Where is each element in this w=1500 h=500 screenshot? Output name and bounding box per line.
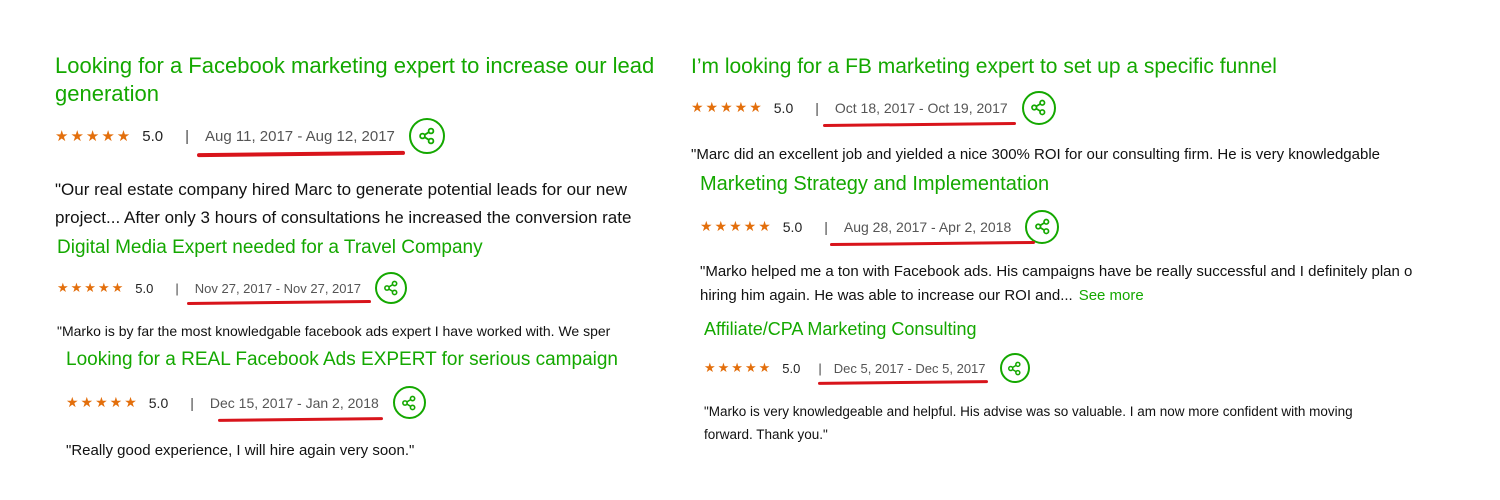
date-range: Dec 15, 2017 - Jan 2, 2018 — [209, 394, 383, 422]
separator: | — [175, 280, 179, 296]
star-icon: ★★★★★ — [66, 394, 139, 411]
review-card: I’m looking for a FB marketing expert to… — [691, 54, 1500, 167]
review-title[interactable]: Affiliate/CPA Marketing Consulting — [704, 318, 1484, 341]
star-icon: ★★★★★ — [704, 360, 773, 376]
review-card: Affiliate/CPA Marketing Consulting ★★★★★… — [704, 318, 1484, 447]
separator: | — [815, 99, 819, 116]
review-title[interactable]: Marketing Strategy and Implementation — [700, 172, 1500, 198]
review-text-line: "Our real estate company hired Marc to g… — [55, 180, 628, 200]
rating-value: 5.0 — [782, 218, 803, 235]
review-text: "Marko is very knowledgeable and helpful… — [704, 401, 1484, 447]
review-meta: ★★★★★ 5.0 | Oct 18, 2017 - Oct 19, 2017 — [691, 90, 1500, 127]
rating-value: 5.0 — [148, 394, 169, 411]
review-title[interactable]: Looking for a Facebook marketing expert … — [55, 52, 685, 108]
review-card: Looking for a REAL Facebook Ads EXPERT f… — [66, 348, 666, 463]
review-text-line: hiring him again. He was able to increas… — [700, 286, 1073, 304]
review-meta: ★★★★★ 5.0 | Nov 27, 2017 - Nov 27, 2017 — [57, 272, 692, 305]
date-range-text: Dec 5, 2017 - Dec 5, 2017 — [833, 360, 986, 376]
review-text: "Marko helped me a ton with Facebook ads… — [700, 260, 1500, 308]
share-icon — [1034, 218, 1050, 235]
share-button[interactable] — [999, 353, 1030, 384]
review-title-line: Looking for a Facebook marketing expert … — [55, 53, 655, 78]
red-underline — [197, 150, 405, 157]
review-text: "Really good experience, I will hire aga… — [66, 439, 666, 463]
share-icon — [384, 280, 398, 296]
review-title[interactable]: Digital Media Expert needed for a Travel… — [57, 236, 692, 260]
date-range-text: Aug 11, 2017 - Aug 12, 2017 — [205, 127, 395, 145]
share-icon — [402, 395, 416, 411]
date-range: Dec 5, 2017 - Dec 5, 2017 — [817, 360, 988, 385]
red-underline — [817, 379, 988, 385]
share-button[interactable] — [1025, 209, 1060, 244]
rating-value: 5.0 — [782, 360, 801, 376]
share-icon — [1031, 100, 1046, 116]
star-icon: ★★★★★ — [691, 99, 764, 116]
review-text-line: forward. Thank you." — [704, 426, 828, 442]
review-text-line: "Marko is very knowledgeable and helpful… — [704, 404, 1353, 420]
review-text: "Marc did an excellent job and yielded a… — [691, 143, 1500, 167]
red-underline — [822, 121, 1016, 127]
review-title-line: generation — [55, 81, 159, 107]
share-button[interactable] — [408, 118, 445, 155]
share-button[interactable] — [374, 272, 407, 305]
red-underline — [186, 299, 371, 305]
date-range-text: Oct 18, 2017 - Oct 19, 2017 — [834, 99, 1008, 116]
review-text-line: project... After only 3 hours of consult… — [55, 207, 632, 227]
share-icon — [1008, 361, 1021, 375]
date-range: Nov 27, 2017 - Nov 27, 2017 — [186, 280, 371, 305]
review-card: Digital Media Expert needed for a Travel… — [57, 236, 692, 343]
rating-value: 5.0 — [142, 127, 164, 145]
red-underline — [829, 240, 1036, 246]
separator: | — [190, 394, 194, 411]
review-text-line: "Marc did an excellent job and yielded a… — [691, 145, 1381, 163]
review-text-line: "Marko is by far the most knowledgable f… — [57, 323, 611, 340]
review-card: Marketing Strategy and Implementation ★★… — [700, 172, 1500, 308]
date-range: Aug 28, 2017 - Apr 2, 2018 — [829, 218, 1036, 246]
review-text: "Marko is by far the most knowledgable f… — [57, 320, 692, 342]
date-range-text: Dec 15, 2017 - Jan 2, 2018 — [209, 394, 379, 411]
separator: | — [818, 360, 822, 376]
review-card: Looking for a Facebook marketing expert … — [55, 52, 685, 231]
share-button[interactable] — [1021, 90, 1056, 125]
review-title[interactable]: I’m looking for a FB marketing expert to… — [691, 54, 1500, 81]
review-meta: ★★★★★ 5.0 | Aug 28, 2017 - Apr 2, 2018 — [700, 209, 1500, 246]
star-icon: ★★★★★ — [700, 218, 773, 235]
rating-value: 5.0 — [773, 99, 794, 116]
share-icon — [419, 128, 435, 145]
review-text: "Our real estate company hired Marc to g… — [55, 176, 685, 230]
separator: | — [824, 218, 828, 235]
date-range: Oct 18, 2017 - Oct 19, 2017 — [822, 99, 1016, 127]
review-meta: ★★★★★ 5.0 | Dec 15, 2017 - Jan 2, 2018 — [66, 386, 666, 422]
see-more-link[interactable]: See more — [1079, 287, 1144, 304]
star-icon: ★★★★★ — [57, 280, 126, 296]
star-icon: ★★★★★ — [55, 128, 133, 146]
review-meta: ★★★★★ 5.0 | Dec 5, 2017 - Dec 5, 2017 — [704, 353, 1484, 385]
red-underline — [217, 416, 383, 422]
date-range-text: Aug 28, 2017 - Apr 2, 2018 — [843, 218, 1012, 235]
review-text-line: "Really good experience, I will hire aga… — [66, 442, 415, 460]
separator: | — [185, 127, 190, 145]
date-range: Aug 11, 2017 - Aug 12, 2017 — [197, 127, 405, 157]
rating-value: 5.0 — [135, 280, 154, 296]
review-meta: ★★★★★ 5.0 | Aug 11, 2017 - Aug 12, 2017 — [55, 118, 685, 157]
share-button[interactable] — [392, 386, 426, 420]
review-title[interactable]: Looking for a REAL Facebook Ads EXPERT f… — [66, 348, 666, 372]
date-range-text: Nov 27, 2017 - Nov 27, 2017 — [194, 280, 361, 296]
review-text-line: "Marko helped me a ton with Facebook ads… — [700, 262, 1413, 280]
